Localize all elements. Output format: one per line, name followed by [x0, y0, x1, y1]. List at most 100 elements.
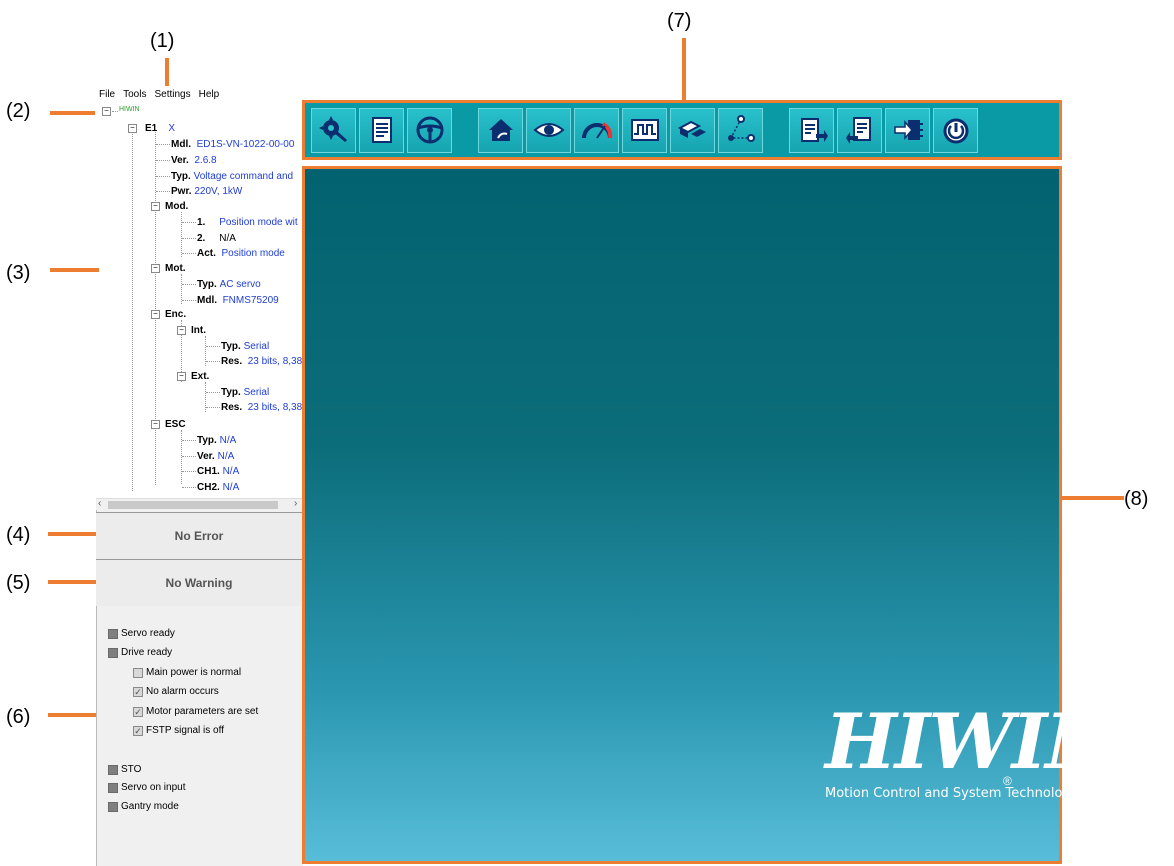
gauge-icon — [581, 122, 612, 139]
drive-ready-indicator: Drive ready — [108, 647, 172, 658]
tree-motor[interactable]: Mot. — [165, 263, 186, 274]
callout-3: (3) — [6, 262, 31, 284]
path-button[interactable] — [718, 107, 763, 153]
callout-1-line — [165, 58, 169, 86]
scroll-right-icon[interactable]: › — [294, 498, 297, 509]
motor-params-checkbox: ✓ Motor parameters are set — [133, 706, 259, 717]
path-icon — [727, 115, 755, 142]
menu-settings[interactable]: Settings — [154, 89, 190, 103]
callout-7-line — [682, 38, 686, 100]
monitor-eye-icon — [532, 123, 565, 137]
home-button[interactable] — [478, 107, 523, 153]
hiwin-logo: HIWIN ® Motion Control and System Techno… — [825, 697, 1115, 802]
callout-5: (5) — [6, 572, 31, 594]
tree-version: Ver. 2.6.8 — [171, 155, 217, 166]
firmware-icon — [893, 120, 923, 140]
tree-enc-ext-type: Typ. Serial — [221, 387, 270, 398]
scope-icon — [630, 119, 659, 141]
encoder-button[interactable] — [670, 107, 715, 153]
main-workspace: HIWIN ® Motion Control and System Techno… — [302, 166, 1115, 864]
tree-enc-ext-resolution: Res. 23 bits, 8,38 — [221, 402, 302, 413]
collapse-e1-icon[interactable]: − — [128, 124, 137, 133]
tree-power: Pwr. 220V, 1kW — [171, 186, 243, 197]
power-reset-button[interactable] — [933, 107, 978, 153]
gantry-mode-led — [108, 801, 118, 812]
collapse-enc-ext-icon[interactable]: − — [177, 372, 186, 381]
fstp-checkbox: ✓ FSTP signal is off — [133, 725, 224, 736]
tree-mode-2: 2. N/A — [197, 233, 236, 244]
callout-2: (2) — [6, 100, 31, 122]
menu-tools[interactable]: Tools — [123, 89, 146, 103]
tree-esc-version: Ver. N/A — [197, 451, 235, 462]
tree-encoder-external[interactable]: Ext. — [191, 371, 209, 382]
error-status: No Error — [96, 512, 302, 560]
import-button[interactable] — [837, 107, 882, 153]
tree-esc-ch2: CH2. N/A — [197, 482, 240, 493]
no-alarm-checkbox: ✓ No alarm occurs — [133, 686, 219, 697]
sto-led — [108, 764, 118, 775]
collapse-esc-icon[interactable]: − — [151, 420, 160, 429]
gauge-button[interactable] — [574, 107, 619, 153]
callout-1: (1) — [150, 30, 175, 52]
registered-mark: ® — [1003, 774, 1012, 788]
logo-tagline: Motion Control and System Technology — [825, 786, 1079, 801]
collapse-enc-int-icon[interactable]: − — [177, 326, 186, 335]
callout-8-line — [1062, 496, 1124, 500]
tree-esc-type: Typ. N/A — [197, 435, 237, 446]
import-icon — [845, 117, 871, 144]
warning-status: No Warning — [96, 559, 302, 606]
tree-e1[interactable]: E1 X — [145, 123, 175, 134]
parameters-button[interactable] — [359, 107, 404, 153]
tree-esc[interactable]: ESC — [165, 419, 186, 430]
tree-encoder-internal[interactable]: Int. — [191, 325, 206, 336]
menu-file[interactable]: File — [99, 89, 115, 103]
servo-on-input-indicator: Servo on input — [108, 782, 186, 793]
collapse-hiwin-icon[interactable]: − — [102, 107, 111, 116]
callout-4: (4) — [6, 524, 31, 546]
tree-mode-active: Act. Position mode — [197, 248, 285, 259]
servo-on-input-led — [108, 782, 118, 793]
configuration-button[interactable] — [311, 107, 356, 153]
tree-motor-model: Mdl. FNMS75209 — [197, 295, 279, 306]
steering-button[interactable] — [407, 107, 452, 153]
export-icon — [800, 118, 828, 142]
tree-root-hiwin[interactable]: HIWIN — [119, 106, 140, 113]
main-power-checkbox: Main power is normal — [133, 667, 241, 678]
callout-2-line — [50, 111, 95, 115]
main-toolbar — [302, 100, 1062, 160]
tree-esc-ch1: CH1. N/A — [197, 466, 240, 477]
power-reset-icon — [943, 118, 968, 144]
menu-bar: File Tools Settings Help — [99, 89, 219, 103]
parameters-icon — [371, 117, 392, 143]
scroll-thumb[interactable] — [108, 501, 278, 509]
callout-8: (8) — [1124, 488, 1149, 510]
collapse-enc-icon[interactable]: − — [151, 310, 160, 319]
tree-mode[interactable]: Mod. — [165, 201, 188, 212]
callout-6: (6) — [6, 706, 31, 728]
scroll-left-icon[interactable]: ‹ — [98, 498, 101, 509]
scope-button[interactable] — [622, 107, 667, 153]
servo-ready-led — [108, 628, 118, 639]
steering-wheel-icon — [416, 116, 443, 144]
configuration-icon — [318, 116, 347, 142]
drive-ready-led — [108, 647, 118, 658]
sto-indicator: STO — [108, 764, 141, 775]
logo-brand: HIWIN — [825, 697, 1115, 786]
servo-ready-indicator: Servo ready — [108, 628, 175, 639]
collapse-mod-icon[interactable]: − — [151, 202, 160, 211]
collapse-mot-icon[interactable]: − — [151, 264, 160, 273]
encoder-icon — [677, 120, 706, 138]
firmware-button[interactable] — [885, 107, 930, 153]
tree-mode-1: 1. Position mode wit — [197, 217, 298, 228]
export-button[interactable] — [789, 107, 834, 153]
menu-help[interactable]: Help — [199, 89, 220, 103]
tree-encoder[interactable]: Enc. — [165, 309, 186, 320]
callout-7: (7) — [667, 10, 692, 32]
tree-type: Typ. Voltage command and — [171, 171, 294, 182]
tree-motor-type: Typ. AC servo — [197, 279, 261, 290]
gantry-mode-indicator: Gantry mode — [108, 801, 179, 812]
tree-enc-int-resolution: Res. 23 bits, 8,38 — [221, 356, 302, 367]
monitor-button[interactable] — [526, 107, 571, 153]
device-tree: − HIWIN − E1 X Mdl. ED1S-VN-1022-00-00 V… — [99, 104, 302, 497]
tree-model: Mdl. ED1S-VN-1022-00-00 — [171, 139, 295, 150]
